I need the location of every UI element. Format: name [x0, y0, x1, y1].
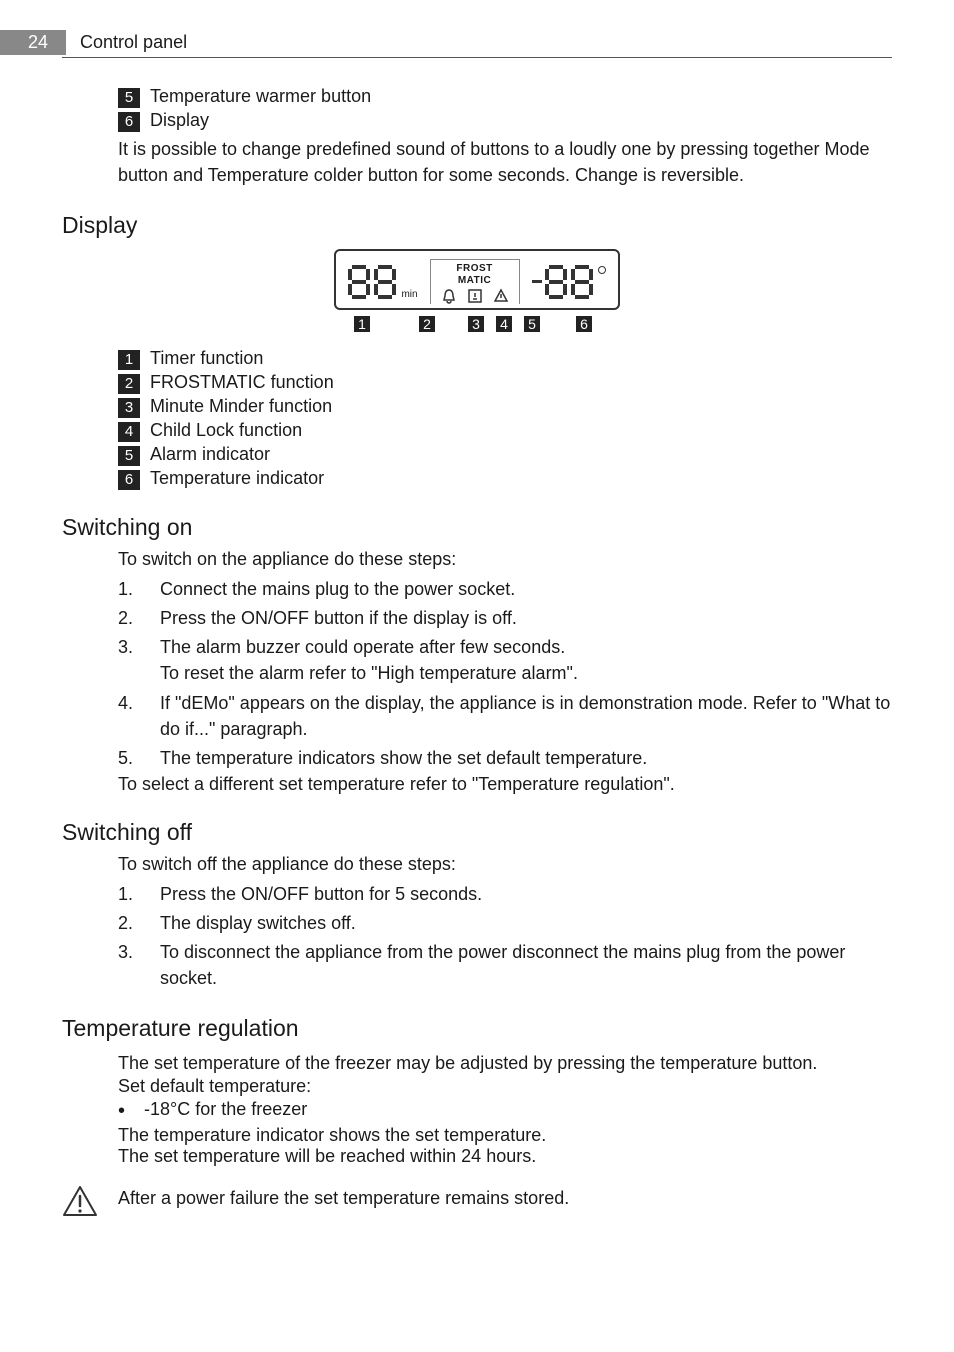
item-number: 5 [118, 88, 140, 108]
step-text: Connect the mains plug to the power sock… [160, 576, 892, 602]
list-item: 1 Timer function [118, 348, 892, 370]
temp-reg-p3: The temperature indicator shows the set … [118, 1125, 892, 1146]
caution-icon [62, 1185, 98, 1217]
bell-icon [441, 288, 457, 304]
list-item: 4.If "dEMo" appears on the display, the … [118, 690, 892, 742]
item-label: Alarm indicator [150, 444, 270, 465]
list-item: 5 Temperature warmer button [118, 86, 892, 108]
intro-paragraph: It is possible to change predefined soun… [118, 136, 892, 188]
list-item: 3.To disconnect the appliance from the p… [118, 939, 892, 991]
list-item: 5.The temperature indicators show the se… [118, 745, 892, 771]
switching-on-steps: 1.Connect the mains plug to the power so… [118, 576, 892, 771]
step-text: The display switches off. [160, 910, 892, 936]
minus-sign-icon [532, 280, 542, 283]
switching-on-intro: To switch on the appliance do these step… [118, 549, 892, 570]
lcd-panel: min FROST MATIC [334, 249, 619, 310]
frostmatic-label-line1: FROST [456, 264, 492, 274]
list-item: 2 FROSTMATIC function [118, 372, 892, 394]
mode-icons-block: FROST MATIC [430, 259, 520, 304]
temp-reg-p2: Set default temperature: [118, 1076, 892, 1097]
item-label: Display [150, 110, 209, 131]
section-title-switching-off: Switching off [62, 819, 892, 846]
switching-off-steps: 1.Press the ON/OFF button for 5 seconds.… [118, 881, 892, 991]
list-item: 5 Alarm indicator [118, 444, 892, 466]
child-lock-icon [467, 288, 483, 304]
callout-number: 6 [576, 316, 592, 332]
item-number: 5 [118, 446, 140, 466]
page-header: 24 Control panel [62, 30, 892, 58]
item-label: Child Lock function [150, 420, 302, 441]
item-number: 2 [118, 374, 140, 394]
display-legend: 1 Timer function 2 FROSTMATIC function 3 Mi… [118, 348, 892, 490]
bullet-text: -18°C for the freezer [144, 1099, 307, 1123]
item-number: 3 [118, 398, 140, 418]
callout-number: 1 [354, 316, 370, 332]
callout-number: 5 [524, 316, 540, 332]
bullet-item: • -18°C for the freezer [118, 1099, 892, 1123]
step-text: If "dEMo" appears on the display, the ap… [160, 690, 892, 742]
alarm-icon [493, 288, 509, 304]
timer-digits: min [348, 264, 417, 300]
callout-number: 4 [496, 316, 512, 332]
item-label: Minute Minder function [150, 396, 332, 417]
list-item: 3.The alarm buzzer could operate after f… [118, 634, 892, 686]
callout-number: 2 [419, 316, 435, 332]
min-label: min [401, 289, 417, 300]
list-item: 6 Temperature indicator [118, 468, 892, 490]
step-text: To disconnect the appliance from the pow… [160, 939, 892, 991]
header-section-title: Control panel [80, 32, 187, 53]
step-text: Press the ON/OFF button if the display i… [160, 605, 892, 631]
section-title-temperature-regulation: Temperature regulation [62, 1015, 892, 1042]
step-text: The alarm buzzer could operate after few… [160, 634, 892, 686]
list-item: 4 Child Lock function [118, 420, 892, 442]
switching-on-outro: To select a different set temperature re… [118, 774, 892, 795]
item-label: FROSTMATIC function [150, 372, 334, 393]
page-number: 24 [0, 30, 66, 55]
list-item: 1.Press the ON/OFF button for 5 seconds. [118, 881, 892, 907]
seven-segment-icon [348, 264, 398, 300]
item-label: Temperature indicator [150, 468, 324, 489]
top-numbered-list: 5 Temperature warmer button 6 Display [118, 86, 892, 132]
item-label: Temperature warmer button [150, 86, 371, 107]
item-number: 4 [118, 422, 140, 442]
item-number: 1 [118, 350, 140, 370]
item-label: Timer function [150, 348, 263, 369]
list-item: 3 Minute Minder function [118, 396, 892, 418]
switching-off-intro: To switch off the appliance do these ste… [118, 854, 892, 875]
temperature-digits [532, 264, 606, 300]
list-item: 2.The display switches off. [118, 910, 892, 936]
bullet-dot-icon: • [118, 1099, 144, 1123]
degree-icon [598, 266, 606, 274]
callout-number: 3 [468, 316, 484, 332]
list-item: 6 Display [118, 110, 892, 132]
frostmatic-label-line2: MATIC [458, 276, 491, 286]
temp-reg-p1: The set temperature of the freezer may b… [118, 1050, 892, 1076]
list-item: 2.Press the ON/OFF button if the display… [118, 605, 892, 631]
display-diagram: min FROST MATIC [62, 249, 892, 334]
note-block: After a power failure the set temperatur… [62, 1185, 892, 1217]
section-title-switching-on: Switching on [62, 514, 892, 541]
section-title-display: Display [62, 212, 892, 239]
step-text: Press the ON/OFF button for 5 seconds. [160, 881, 892, 907]
item-number: 6 [118, 470, 140, 490]
seven-segment-icon [545, 264, 595, 300]
item-number: 6 [118, 112, 140, 132]
temp-reg-p4: The set temperature will be reached with… [118, 1146, 892, 1167]
step-text: The temperature indicators show the set … [160, 745, 892, 771]
list-item: 1.Connect the mains plug to the power so… [118, 576, 892, 602]
note-text: After a power failure the set temperatur… [118, 1185, 569, 1211]
